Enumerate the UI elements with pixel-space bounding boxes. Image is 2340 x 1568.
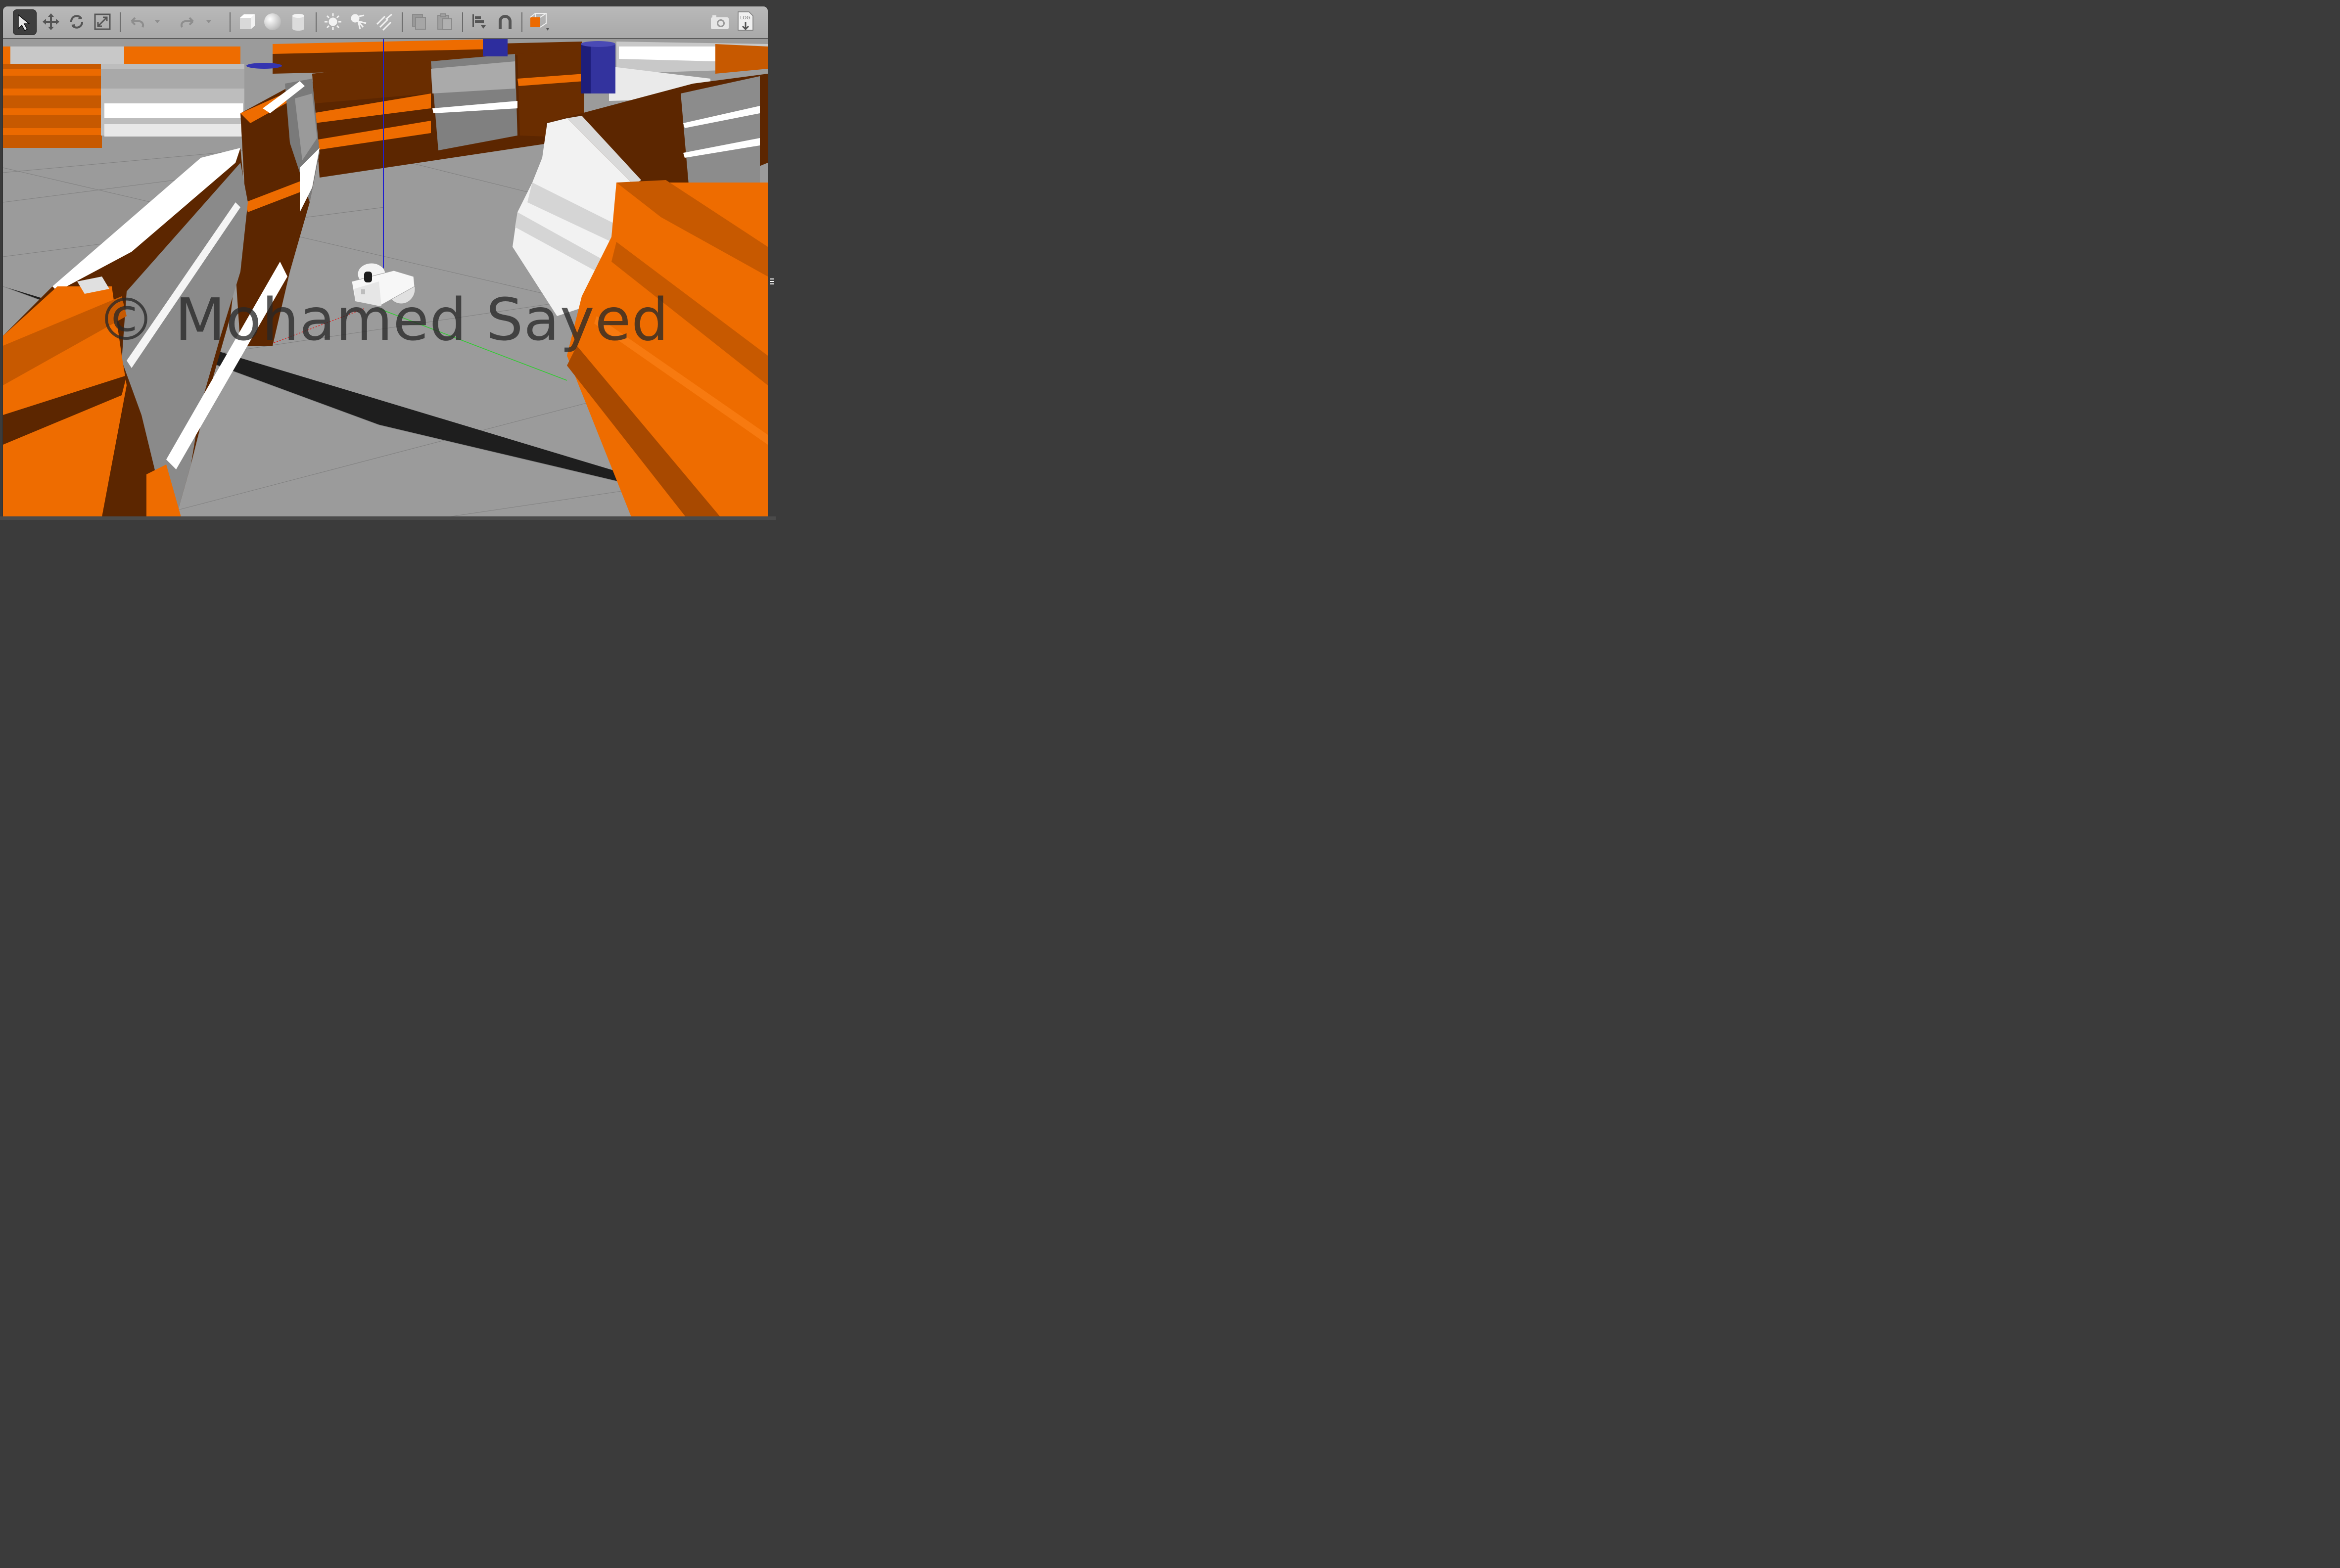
cylinder-shape-icon[interactable] — [287, 9, 310, 34]
log-label: LOG — [740, 15, 750, 21]
paste-icon[interactable] — [433, 9, 456, 34]
gazebo-window: LOG © Mohamed Sayed — [2, 6, 768, 517]
sphere-shape-icon[interactable] — [261, 9, 284, 34]
view-angle-icon[interactable] — [527, 9, 550, 34]
log-icon[interactable]: LOG — [734, 9, 757, 34]
copy-icon[interactable] — [408, 9, 430, 34]
panel-resize-handle[interactable] — [770, 277, 774, 287]
align-icon[interactable] — [468, 9, 491, 34]
blue-cylinder-far — [483, 39, 508, 56]
back-wall-left — [3, 46, 244, 148]
spot-light-icon[interactable] — [347, 9, 370, 34]
redo-dropdown-icon[interactable] — [203, 9, 215, 34]
blue-disc — [246, 63, 282, 69]
toolbar-separator — [462, 12, 463, 32]
toolbar-separator — [521, 12, 522, 32]
directional-light-icon[interactable] — [373, 9, 396, 34]
rotate-mode-icon[interactable] — [65, 9, 88, 34]
translate-mode-icon[interactable] — [40, 9, 62, 34]
screenshot-camera-icon[interactable] — [708, 9, 731, 34]
toolbar-separator — [120, 12, 121, 32]
point-light-icon[interactable] — [322, 9, 344, 34]
toolbar-separator — [230, 12, 231, 32]
undo-dropdown-icon[interactable] — [151, 9, 163, 34]
select-mode-icon[interactable] — [13, 9, 37, 35]
3d-scene-viewport[interactable]: © Mohamed Sayed — [3, 39, 768, 517]
undo-icon[interactable] — [126, 9, 148, 34]
blue-cylinder-right — [581, 41, 615, 93]
scale-mode-icon[interactable] — [91, 9, 114, 34]
toolbar-separator — [402, 12, 403, 32]
watermark-text: © Mohamed Sayed — [97, 285, 669, 354]
toolbar-separator — [316, 12, 317, 32]
toolbar: LOG — [3, 6, 768, 39]
box-shape-icon[interactable] — [235, 9, 258, 34]
bottom-status-bar — [0, 516, 776, 520]
snap-magnet-icon[interactable] — [494, 9, 516, 34]
redo-icon[interactable] — [176, 9, 199, 34]
gazebo-window-frame: LOG © Mohamed Sayed — [0, 0, 776, 520]
